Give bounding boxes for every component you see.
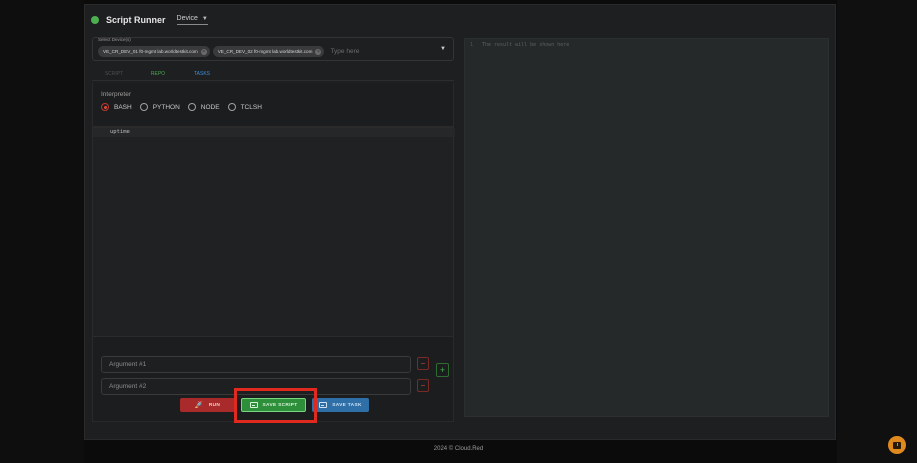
result-line-number: 1 bbox=[470, 42, 474, 48]
radio-python[interactable]: PYTHON bbox=[139, 103, 180, 111]
argument-1-input[interactable]: Argument #1 bbox=[101, 356, 411, 373]
remove-argument-1-button[interactable]: − bbox=[417, 357, 429, 370]
left-gutter bbox=[0, 0, 84, 463]
device-chip: VE_CR_DEV_01 f0-mgmt lab.worldtestkit.co… bbox=[98, 46, 210, 57]
save-icon bbox=[319, 402, 328, 408]
chip-remove-icon[interactable]: × bbox=[200, 48, 207, 55]
device-mode-label: Device bbox=[176, 15, 198, 22]
device-field-label: Select Device(s) bbox=[98, 37, 131, 42]
device-mode-select[interactable]: Device ▼ bbox=[176, 15, 208, 25]
dropdown-arrow-icon[interactable]: ▼ bbox=[440, 46, 446, 52]
radio-button[interactable] bbox=[227, 103, 236, 111]
footer: 2024 © Cloud.Red bbox=[433, 446, 484, 452]
device-chip-label: VE_CR_DEV_02 f0-mgmt lab.worldtestkit.co… bbox=[217, 49, 313, 54]
script-code: uptime bbox=[110, 129, 130, 135]
header: Script Runner Device ▼ bbox=[85, 5, 835, 35]
rocket-icon: 🚀 bbox=[194, 402, 204, 409]
right-gutter bbox=[837, 0, 917, 463]
script-editor[interactable]: uptime bbox=[92, 127, 455, 337]
interpreter-label: Interpreter bbox=[101, 91, 131, 98]
highlight-box bbox=[234, 388, 317, 423]
page-title: Script Runner bbox=[106, 15, 166, 25]
save-task-button[interactable]: SAVE TASK bbox=[312, 398, 369, 412]
active-line bbox=[93, 128, 455, 137]
chat-button[interactable] bbox=[888, 436, 906, 454]
status-dot bbox=[91, 16, 99, 24]
interpreter-radio-group: BASH PYTHON NODE TCLSH bbox=[101, 103, 270, 111]
radio-button[interactable] bbox=[187, 103, 196, 111]
interpreter-section: Interpreter BASH PYTHON NODE TCLSH bbox=[92, 83, 454, 127]
remove-argument-2-button[interactable]: − bbox=[417, 379, 429, 392]
device-select-field[interactable]: Select Device(s) VE_CR_DEV_01 f0-mgmt la… bbox=[92, 37, 454, 61]
tab-bar: SCRIPT REPO TASKS bbox=[92, 67, 454, 81]
device-chips: VE_CR_DEV_01 f0-mgmt lab.worldtestkit.co… bbox=[98, 46, 359, 57]
chevron-down-icon: ▼ bbox=[201, 15, 208, 22]
run-label: RUN bbox=[208, 402, 221, 408]
run-button[interactable]: 🚀 RUN bbox=[180, 398, 235, 412]
radio-button[interactable] bbox=[139, 103, 148, 111]
result-output: 1 The result will be shown here bbox=[464, 38, 829, 417]
tab-tasks[interactable]: TASKS bbox=[180, 67, 224, 80]
radio-label: BASH bbox=[114, 103, 132, 111]
radio-label: NODE bbox=[200, 103, 220, 111]
tab-repo[interactable]: REPO bbox=[136, 67, 180, 80]
tab-script[interactable]: SCRIPT bbox=[92, 67, 136, 80]
radio-label: PYTHON bbox=[152, 103, 180, 111]
device-chip-label: VE_CR_DEV_01 f0-mgmt lab.worldtestkit.co… bbox=[103, 49, 198, 54]
chip-remove-icon[interactable]: × bbox=[315, 48, 322, 55]
device-chip: VE_CR_DEV_02 f0-mgmt lab.worldtestkit.co… bbox=[212, 46, 325, 57]
add-argument-button[interactable]: + bbox=[436, 363, 449, 377]
device-search-input[interactable]: Type here bbox=[330, 48, 359, 55]
save-task-label: SAVE TASK bbox=[332, 402, 362, 408]
radio-tclsh[interactable]: TCLSH bbox=[227, 103, 262, 111]
radio-label: TCLSH bbox=[240, 103, 262, 111]
radio-button[interactable] bbox=[101, 103, 109, 111]
chat-icon bbox=[893, 441, 901, 449]
radio-bash[interactable]: BASH bbox=[101, 103, 132, 111]
radio-node[interactable]: NODE bbox=[187, 103, 220, 111]
result-placeholder: The result will be shown here bbox=[482, 42, 570, 48]
script-runner-panel: Script Runner Device ▼ Select Device(s) … bbox=[84, 4, 836, 440]
